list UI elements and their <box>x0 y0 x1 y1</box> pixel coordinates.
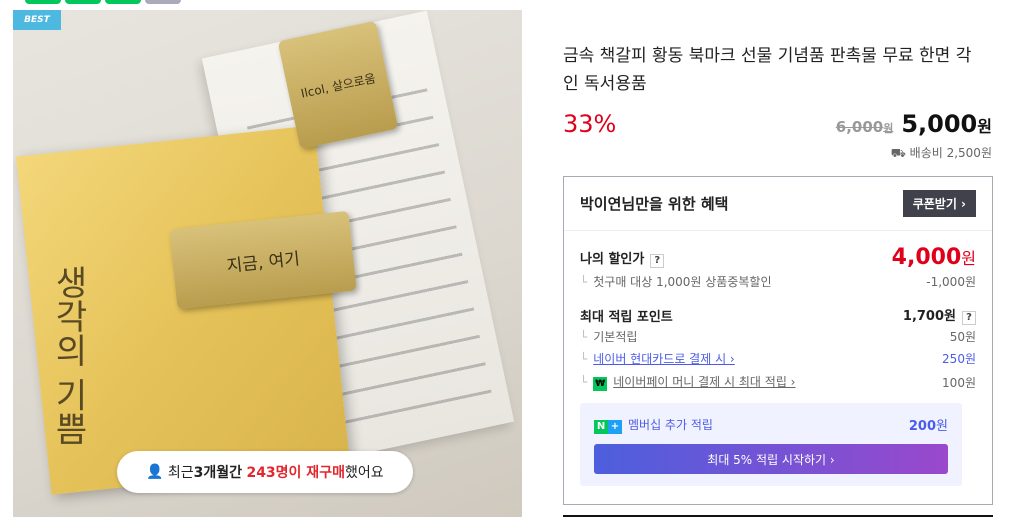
repurchase-badge: 👤 최근 3개월간 243명이 재구매 했어요 <box>117 451 413 493</box>
original-price: 6,000원 <box>835 118 894 136</box>
tab-indicator[interactable] <box>145 0 181 4</box>
repurchase-period: 3개월간 <box>193 465 242 481</box>
discount-rate: 33% <box>563 110 617 138</box>
tab-indicator[interactable] <box>25 0 61 4</box>
sale-price: 5,000원 <box>901 110 992 138</box>
benefits-header: 박이연님만을 위한 혜택 쿠폰받기 › <box>564 177 992 231</box>
my-price: 4,000원 <box>891 245 976 270</box>
my-price-row: 나의 할인가? 4,000원 <box>580 245 976 270</box>
max-points-row: 최대 적립 포인트 1,700원? <box>580 305 976 325</box>
nplus-icon: N + <box>594 419 622 434</box>
user-icon: 👤 <box>146 464 164 480</box>
book-title: 생각의 기쁨 <box>48 265 88 446</box>
truck-icon: ⛟ <box>890 146 910 160</box>
help-icon[interactable]: ? <box>962 311 976 325</box>
naverpay-icon: ₩ <box>593 377 608 391</box>
tab-indicator[interactable] <box>105 0 141 4</box>
repurchase-count: 243명이 재구매 <box>246 465 345 481</box>
shipping-fee: ⛟ 배송비 2,500원 <box>890 146 992 160</box>
pay-points-row: └ ₩ 네이버페이 머니 결제 시 최대 적립 › 100원 <box>580 375 976 391</box>
membership-box: N + 멤버십 추가 적립 200원 최대 5% 적립 시작하기 › <box>580 403 962 486</box>
product-title: 금속 책갈피 황동 북마크 선물 기념품 판촉물 무료 한면 각인 독서용품 <box>563 46 972 94</box>
my-price-label: 나의 할인가 <box>580 251 645 267</box>
product-image[interactable]: 생각의 기쁨 Ilcol, 살으로움 지금, 여기 <box>13 10 522 517</box>
card-points-row: └ 네이버 현대카드로 결제 시 › 250원 <box>580 352 976 366</box>
best-badge: BEST <box>13 10 61 30</box>
pay-link[interactable]: 네이버페이 머니 결제 시 최대 적립 › <box>613 375 795 389</box>
first-purchase-row: └ 첫구매 대상 1,000원 상품중복할인 -1,000원 <box>580 275 976 289</box>
basic-points-row: └ 기본적립 50원 <box>580 330 976 344</box>
help-icon[interactable]: ? <box>650 253 665 268</box>
tab-indicator[interactable] <box>65 0 101 4</box>
benefits-heading: 박이연님만을 위한 혜택 <box>580 195 729 213</box>
card-link[interactable]: 네이버 현대카드로 결제 시 › <box>593 352 735 366</box>
membership-button[interactable]: 최대 5% 적립 시작하기 › <box>594 444 948 474</box>
repurchase-suffix: 했어요 <box>344 465 384 481</box>
repurchase-prefix: 최근 <box>167 465 194 481</box>
membership-row: N + 멤버십 추가 적립 200원 <box>594 415 948 434</box>
coupon-button[interactable]: 쿠폰받기 › <box>902 190 976 217</box>
price: 6,000원 5,000원 <box>836 110 992 138</box>
benefits-panel: 박이연님만을 위한 혜택 쿠폰받기 › 나의 할인가? 4,000원 └ 첫구매 … <box>563 176 993 505</box>
